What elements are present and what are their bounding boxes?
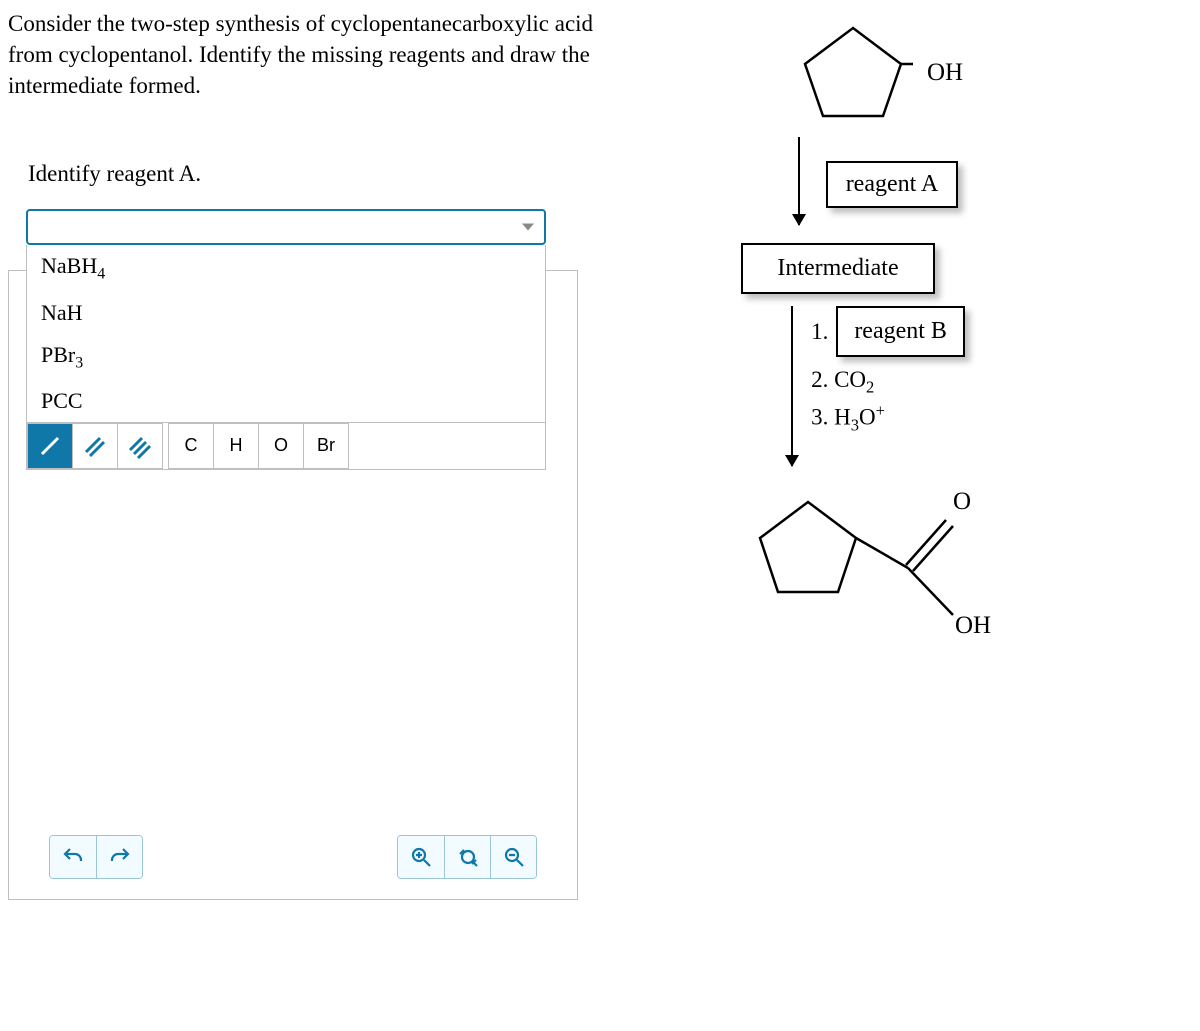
single-bond-button[interactable] (27, 423, 73, 469)
step3-label: 3. H3O+ (811, 399, 965, 437)
product-oh-label: OH (955, 612, 1200, 640)
zoom-out-button[interactable] (490, 836, 536, 878)
carbonyl-o-label: O (953, 488, 1200, 516)
intermediate-box: Intermediate (741, 243, 934, 294)
start-molecule: OH (793, 20, 963, 125)
redo-button[interactable] (96, 836, 142, 878)
bond-tool-row: C H O Br (27, 422, 545, 469)
atom-button-c[interactable]: C (168, 423, 214, 469)
zoom-in-button[interactable] (398, 836, 444, 878)
undo-button[interactable] (50, 836, 96, 878)
double-bond-button[interactable] (72, 423, 118, 469)
product-molecule: O OH (748, 480, 1008, 712)
hydroxyl-label: OH (927, 59, 963, 87)
problem-text: Consider the two-step synthesis of cyclo… (8, 8, 598, 101)
dropdown-option[interactable]: PCC (27, 380, 545, 422)
dropdown-option[interactable]: NaBH4 (27, 245, 545, 291)
history-buttons (49, 835, 143, 879)
reagent-b-box: reagent B (836, 306, 965, 357)
redo-icon (108, 845, 132, 869)
step2-label: 2. CO2 (811, 363, 965, 400)
reagent-a-box: reagent A (826, 161, 959, 208)
dropdown-option[interactable]: PBr3 (27, 334, 545, 380)
zoom-fit-button[interactable] (444, 836, 490, 878)
atom-button-br[interactable]: Br (303, 423, 349, 469)
step1-prefix: 1. (811, 315, 828, 348)
drawing-canvas[interactable] (19, 471, 567, 831)
reaction-scheme: OH reagent A Intermediate (638, 16, 1118, 716)
sub-prompt: Identify reagent A. (28, 161, 598, 187)
zoom-out-icon (502, 845, 526, 869)
triple-bond-button[interactable] (117, 423, 163, 469)
atom-button-h[interactable]: H (213, 423, 259, 469)
chevron-down-icon (522, 224, 534, 231)
zoom-in-icon (409, 845, 433, 869)
reagent-a-dropdown[interactable] (26, 209, 546, 245)
zoom-buttons (397, 835, 537, 879)
dropdown-option[interactable]: NaH (27, 292, 545, 334)
undo-icon (61, 845, 85, 869)
dropdown-panel: NaBH4 NaH PBr3 PCC (26, 245, 546, 470)
zoom-fit-icon (456, 845, 480, 869)
atom-button-o[interactable]: O (258, 423, 304, 469)
